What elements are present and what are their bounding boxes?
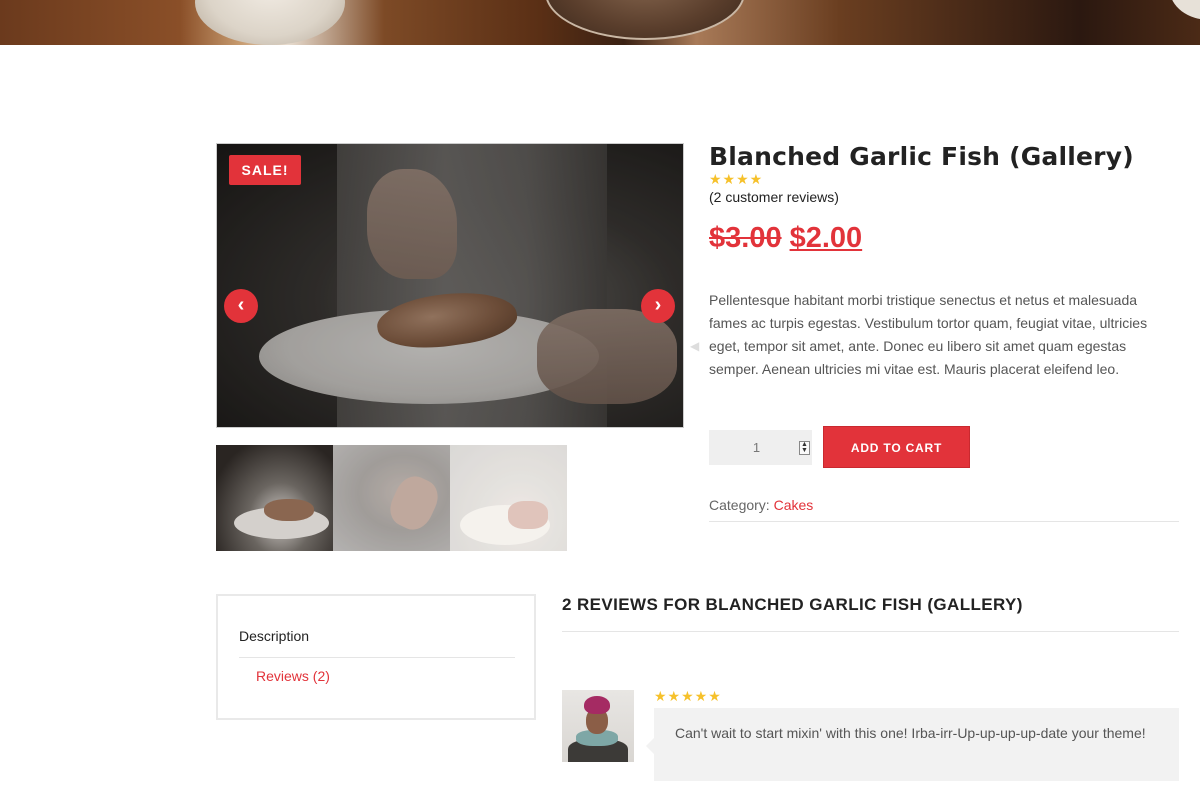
product-category: Category: Cakes [709, 497, 813, 513]
quantity-value: 1 [752, 440, 761, 455]
reviews-heading: 2 REVIEWS FOR BLANCHED GARLIC FISH (GALL… [562, 595, 1023, 614]
price: $3.00 $2.00 [709, 222, 862, 255]
rating-stars: ★★★★ [709, 171, 764, 187]
divider [709, 521, 1179, 522]
avatar [562, 690, 634, 762]
image-overlay [217, 144, 683, 427]
category-link[interactable]: Cakes [774, 497, 814, 513]
divider [562, 631, 1179, 632]
sale-price: $2.00 [789, 222, 863, 254]
category-label: Category: [709, 497, 770, 513]
thumbnail-1[interactable] [216, 445, 333, 551]
quantity-stepper[interactable]: ▲ ▼ [799, 441, 810, 455]
quantity-input[interactable]: 1 ▲ ▼ [709, 430, 812, 465]
thumbnail-strip [216, 445, 567, 551]
product-title: Blanched Garlic Fish (Gallery) [709, 142, 1134, 171]
thumbnail-2[interactable] [333, 445, 450, 551]
tab-description[interactable]: Description [239, 628, 309, 644]
bowl-graphic [195, 0, 345, 45]
review-rating-stars: ★★★★★ [654, 688, 722, 704]
product-description: Pellentesque habitant morbi tristique se… [709, 292, 1148, 377]
chevron-left-icon[interactable]: ‹ [224, 289, 258, 323]
chevron-right-icon[interactable]: › [641, 289, 675, 323]
add-to-cart-button[interactable]: ADD TO CART [823, 426, 970, 468]
product-main-image[interactable] [216, 143, 684, 428]
hero-banner-image [0, 0, 1200, 45]
review-comment: Can't wait to start mixin' with this one… [646, 708, 1179, 781]
bowl-graphic [1170, 0, 1200, 20]
chevron-left-icon: ◀ [690, 339, 700, 353]
divider [239, 657, 515, 658]
bowl-graphic [545, 0, 745, 40]
product-tabs: Description Reviews (2) [216, 594, 536, 720]
old-price: $3.00 [709, 222, 782, 254]
customer-reviews-link[interactable]: (2 customer reviews) [709, 189, 839, 205]
sale-badge: SALE! [229, 155, 301, 185]
thumbnail-3[interactable] [450, 445, 567, 551]
tab-reviews[interactable]: Reviews (2) [256, 668, 330, 684]
